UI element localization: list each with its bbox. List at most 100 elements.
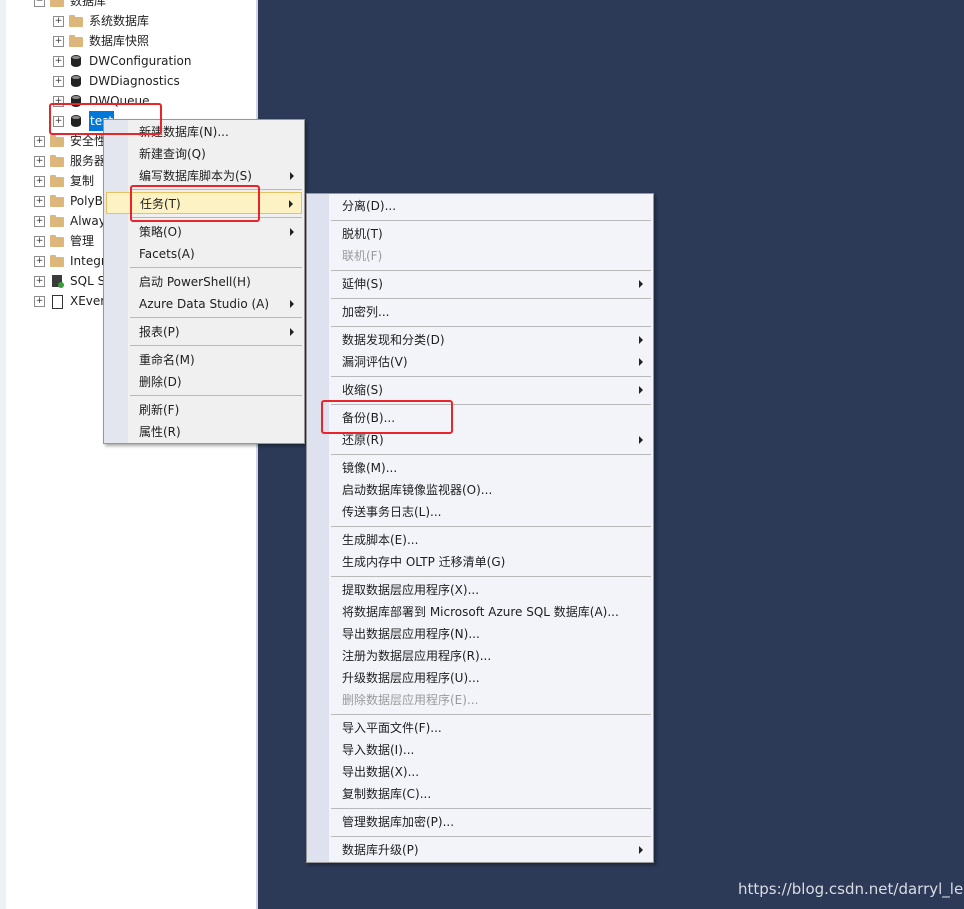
sql-agent-icon (50, 274, 64, 288)
task-mirror[interactable]: 镜像(M)... (309, 457, 651, 479)
submenu-arrow-icon (289, 200, 293, 208)
expand-icon[interactable]: + (34, 295, 45, 307)
watermark: https://blog.csdn.net/darryl_lee (738, 880, 964, 898)
submenu-arrow-icon (290, 228, 294, 236)
menu-new-query[interactable]: 新建查询(Q) (106, 143, 302, 165)
expand-icon[interactable]: + (34, 195, 45, 207)
folder-icon (50, 194, 64, 208)
menu-separator (331, 714, 651, 715)
expand-icon[interactable]: + (53, 55, 64, 67)
folder-icon (69, 34, 83, 48)
tree-node-replication[interactable]: + 复制 (34, 171, 94, 191)
tasks-submenu: 分离(D)... 脱机(T) 联机(F) 延伸(S) 加密列... 数据发现和分… (306, 193, 654, 863)
submenu-arrow-icon (290, 300, 294, 308)
task-data-discovery-classification[interactable]: 数据发现和分类(D) (309, 329, 651, 351)
tree-label: 系统数据库 (89, 14, 150, 28)
tree-node-database-snapshots[interactable]: + 数据库快照 (53, 31, 149, 51)
menu-delete[interactable]: 删除(D) (106, 371, 302, 393)
menu-separator (130, 267, 302, 268)
menu-properties[interactable]: 属性(R) (106, 421, 302, 443)
collapse-icon[interactable]: − (34, 0, 45, 7)
menu-separator (130, 317, 302, 318)
task-import-data[interactable]: 导入数据(I)... (309, 739, 651, 761)
tree-node-management[interactable]: + 管理 (34, 231, 94, 251)
expand-icon[interactable]: + (34, 175, 45, 187)
expand-icon[interactable]: + (34, 275, 45, 287)
menu-separator (331, 326, 651, 327)
task-vulnerability-assessment[interactable]: 漏洞评估(V) (309, 351, 651, 373)
folder-icon (50, 214, 64, 228)
submenu-arrow-icon (639, 358, 643, 366)
submenu-arrow-icon (290, 172, 294, 180)
task-manage-database-encryption[interactable]: 管理数据库加密(P)... (309, 811, 651, 833)
tree-label: 数据库快照 (89, 34, 150, 48)
menu-reports[interactable]: 报表(P) (106, 321, 302, 343)
task-bring-online: 联机(F) (342, 249, 383, 263)
menu-separator (331, 526, 651, 527)
menu-separator (331, 454, 651, 455)
menu-policies[interactable]: 策略(O) (106, 221, 302, 243)
tree-node-system-databases[interactable]: + 系统数据库 (53, 11, 149, 31)
tree-node-dwconfiguration[interactable]: + DWConfiguration (53, 51, 192, 71)
task-delete-data-tier-app: 删除数据层应用程序(E)... (342, 693, 479, 707)
task-generate-oltp-migration-checklist[interactable]: 生成内存中 OLTP 迁移清单(G) (309, 551, 651, 573)
menu-script-database-as[interactable]: 编写数据库脚本为(S) (106, 165, 302, 187)
task-database-upgrade[interactable]: 数据库升级(P) (309, 839, 651, 861)
task-generate-scripts[interactable]: 生成脚本(E)... (309, 529, 651, 551)
task-extract-data-tier-app[interactable]: 提取数据层应用程序(X)... (309, 579, 651, 601)
submenu-arrow-icon (639, 846, 643, 854)
menu-start-powershell[interactable]: 启动 PowerShell(H) (106, 271, 302, 293)
task-export-data-tier-app[interactable]: 导出数据层应用程序(N)... (309, 623, 651, 645)
task-launch-mirroring-monitor[interactable]: 启动数据库镜像监视器(O)... (309, 479, 651, 501)
expand-icon[interactable]: + (53, 35, 64, 47)
menu-facets[interactable]: Facets(A) (106, 243, 302, 265)
menu-separator (331, 298, 651, 299)
task-shrink[interactable]: 收缩(S) (309, 379, 651, 401)
submenu-arrow-icon (639, 336, 643, 344)
menu-refresh[interactable]: 刷新(F) (106, 399, 302, 421)
task-copy-database[interactable]: 复制数据库(C)... (309, 783, 651, 805)
database-icon (69, 54, 83, 68)
tree-node-dwdiagnostics[interactable]: + DWDiagnostics (53, 71, 180, 91)
expand-icon[interactable]: + (34, 235, 45, 247)
submenu-arrow-icon (639, 280, 643, 288)
expand-icon[interactable]: + (53, 15, 64, 27)
expand-icon[interactable]: + (53, 75, 64, 87)
menu-separator (331, 808, 651, 809)
menu-rename[interactable]: 重命名(M) (106, 349, 302, 371)
submenu-arrow-icon (290, 328, 294, 336)
menu-separator (331, 576, 651, 577)
tree-label: DWConfiguration (89, 54, 192, 68)
folder-icon (50, 134, 64, 148)
task-import-flat-file[interactable]: 导入平面文件(F)... (309, 717, 651, 739)
menu-separator (331, 220, 651, 221)
folder-icon (50, 254, 64, 268)
task-upgrade-data-tier-app[interactable]: 升级数据层应用程序(U)... (309, 667, 651, 689)
task-deploy-to-azure-sql[interactable]: 将数据库部署到 Microsoft Azure SQL 数据库(A)... (309, 601, 651, 623)
task-stretch[interactable]: 延伸(S) (309, 273, 651, 295)
menu-azure-data-studio[interactable]: Azure Data Studio (A) (106, 293, 302, 315)
folder-icon (50, 0, 64, 8)
annotation-box-test-db (49, 103, 162, 135)
annotation-box-backup (321, 400, 453, 434)
task-encrypt-columns[interactable]: 加密列... (309, 301, 651, 323)
task-ship-transaction-logs[interactable]: 传送事务日志(L)... (309, 501, 651, 523)
menu-separator (130, 345, 302, 346)
expand-icon[interactable]: + (34, 215, 45, 227)
tree-node-databases[interactable]: − 数据库 (34, 0, 106, 11)
database-icon (69, 74, 83, 88)
menu-separator (331, 376, 651, 377)
task-take-offline[interactable]: 脱机(T) (309, 223, 651, 245)
annotation-box-tasks (130, 185, 260, 222)
menu-separator (130, 395, 302, 396)
menu-separator (331, 836, 651, 837)
task-export-data[interactable]: 导出数据(X)... (309, 761, 651, 783)
expand-icon[interactable]: + (34, 135, 45, 147)
expand-icon[interactable]: + (34, 155, 45, 167)
expand-icon[interactable]: + (34, 255, 45, 267)
task-register-data-tier-app[interactable]: 注册为数据层应用程序(R)... (309, 645, 651, 667)
task-detach[interactable]: 分离(D)... (309, 195, 651, 217)
tree-label: DWDiagnostics (89, 74, 180, 88)
folder-icon (69, 14, 83, 28)
xevent-icon (50, 294, 64, 309)
